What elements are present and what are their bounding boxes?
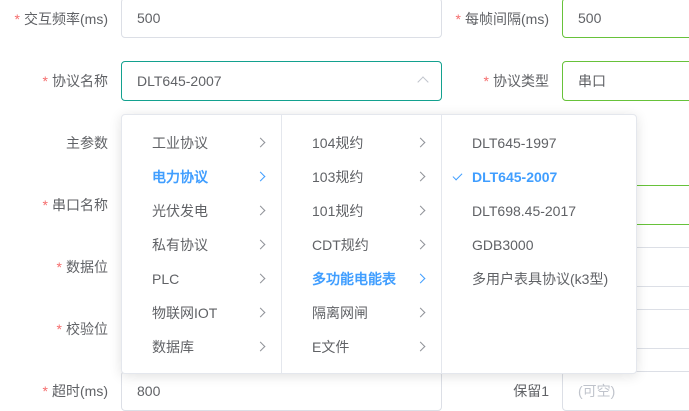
chevron-right-icon — [255, 307, 266, 318]
frame-interval-input[interactable]: 500 — [562, 0, 689, 38]
interaction-freq-input[interactable]: 500 — [121, 0, 442, 38]
cascader-option[interactable]: PLC — [122, 262, 281, 296]
chevron-right-icon — [255, 273, 266, 284]
cascader-option[interactable]: CDT规约 — [282, 228, 441, 262]
cascader-option[interactable]: 多用户表具协议(k3型) — [442, 262, 636, 296]
data-bits-label: * 数据位 — [56, 259, 108, 275]
cascader-option-label: E文件 — [312, 339, 350, 355]
chevron-right-icon — [415, 341, 426, 352]
cascader-option-label: 数据库 — [152, 339, 194, 355]
cascader-option-label: 隔离网闸 — [312, 305, 368, 321]
chevron-up-icon — [417, 76, 429, 88]
cascader-option[interactable]: 电力协议 — [122, 160, 281, 194]
cascader-option[interactable]: GDB3000 — [442, 228, 636, 262]
cascader-option[interactable]: 多功能电能表 — [282, 262, 441, 296]
cascader-option-label: 物联网IOT — [152, 305, 218, 321]
cascader-menu-protocol-group: 104规约 103规约 101规约 CDT规约多功能电能表 隔离网闸 E文件 — [282, 115, 442, 373]
protocol-type-select[interactable]: 串口 — [562, 61, 689, 101]
cascader-option[interactable]: 101规约 — [282, 194, 441, 228]
cascader-option-label: 工业协议 — [152, 135, 208, 151]
check-icon — [452, 170, 463, 181]
protocol-type-label: * 协议类型 — [483, 73, 549, 89]
timeout-input[interactable]: 800 — [121, 371, 442, 411]
parity-label: * 校验位 — [56, 321, 108, 337]
chevron-right-icon — [255, 171, 266, 182]
cascader-option-label: 私有协议 — [152, 237, 208, 253]
cascader-option-label: 104规约 — [312, 135, 364, 151]
protocol-name-select[interactable]: DLT645-2007 — [121, 61, 442, 101]
cascader-option-label: 光伏发电 — [152, 203, 208, 219]
required-mark: * — [42, 383, 48, 399]
chevron-right-icon — [415, 205, 426, 216]
required-mark: * — [14, 11, 20, 27]
cascader-option[interactable]: 私有协议 — [122, 228, 281, 262]
cascader-option-label: DLT645-2007 — [472, 169, 558, 185]
cascader-option[interactable]: 隔离网闸 — [282, 296, 441, 330]
reserved1-input[interactable]: (可空) — [562, 371, 689, 411]
chevron-right-icon — [415, 171, 426, 182]
cascader-option[interactable]: E文件 — [282, 330, 441, 364]
cascader-option-label: 103规约 — [312, 169, 364, 185]
cascader-option-label: DLT645-1997 — [472, 135, 557, 151]
chevron-right-icon — [255, 341, 266, 352]
protocol-name-label: * 协议名称 — [42, 73, 108, 89]
required-mark: * — [56, 321, 62, 337]
chevron-right-icon — [255, 239, 266, 250]
cascader-option[interactable]: DLT698.45-2017 — [442, 194, 636, 228]
required-mark: * — [42, 197, 48, 213]
chevron-right-icon — [415, 307, 426, 318]
timeout-label: * 超时(ms) — [42, 383, 108, 399]
main-param-label: 主参数 — [66, 135, 108, 151]
cascader-option[interactable]: DLT645-1997 — [442, 126, 636, 160]
cascader-option[interactable]: 104规约 — [282, 126, 441, 160]
reserved1-label: 保留1 — [513, 383, 549, 399]
required-mark: * — [483, 73, 489, 89]
serial-name-label: * 串口名称 — [42, 197, 108, 213]
required-mark: * — [56, 259, 62, 275]
cascader-option[interactable]: 工业协议 — [122, 126, 281, 160]
cascader-option-label: PLC — [152, 271, 180, 287]
required-mark: * — [42, 73, 48, 89]
chevron-right-icon — [415, 273, 426, 284]
required-mark: * — [455, 11, 461, 27]
cascader-option[interactable]: 103规约 — [282, 160, 441, 194]
cascader-menu-protocol: DLT645-1997 DLT645-2007 DLT698.45-2017 GDB3… — [442, 115, 636, 373]
cascader-option-label: DLT698.45-2017 — [472, 203, 577, 219]
chevron-right-icon — [255, 137, 266, 148]
cascader-option[interactable]: 光伏发电 — [122, 194, 281, 228]
chevron-right-icon — [415, 239, 426, 250]
cascader-option-label: 多功能电能表 — [312, 271, 396, 287]
cascader-option-label: GDB3000 — [472, 237, 534, 253]
cascader-menu-category: 工业协议电力协议光伏发电私有协议 PLC 物联网IOT 数据库 — [122, 115, 282, 373]
protocol-cascader-panel: 工业协议 电力协议 光伏发电 私有协议 PLC 物联网IOT 数据库 104规约 103规约 1… — [121, 114, 637, 374]
chevron-right-icon — [415, 137, 426, 148]
cascader-option-label: 电力协议 — [152, 169, 208, 185]
chevron-right-icon — [255, 205, 266, 216]
cascader-option[interactable]: DLT645-2007 — [442, 160, 636, 194]
cascader-option[interactable]: 物联网IOT — [122, 296, 281, 330]
cascader-option-label: 101规约 — [312, 203, 364, 219]
cascader-option[interactable]: 数据库 — [122, 330, 281, 364]
cascader-option-label: CDT规约 — [312, 237, 369, 253]
frame-interval-label: * 每帧间隔(ms) — [455, 11, 549, 27]
cascader-option-label: 多用户表具协议(k3型) — [472, 271, 609, 287]
interaction-freq-label: * 交互频率(ms) — [14, 11, 108, 27]
